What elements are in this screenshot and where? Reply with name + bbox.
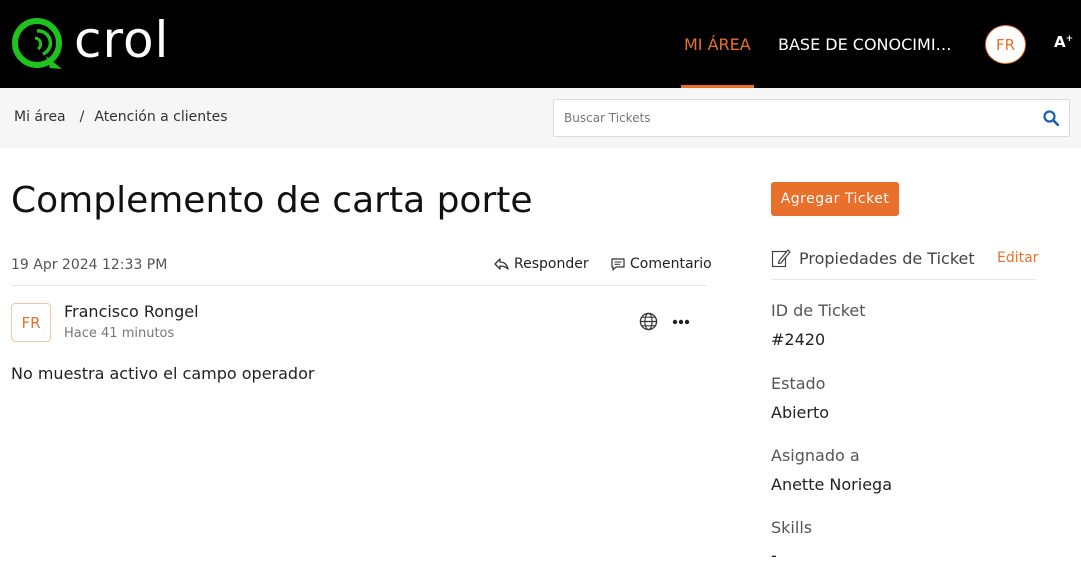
comment-label: Comentario [630, 256, 712, 272]
add-ticket-button[interactable]: Agregar Ticket [771, 182, 899, 216]
ticket-message: No muestra activo el campo operador [11, 364, 315, 383]
prop-value-skills: - [771, 546, 777, 565]
crol-logo[interactable]: crol [10, 12, 190, 72]
ticket-title: Complemento de carta porte [11, 180, 533, 221]
more-options-icon[interactable] [672, 319, 690, 325]
prop-value-asignado: Anette Noriega [771, 475, 892, 494]
user-avatar[interactable]: FR [985, 25, 1026, 64]
nav-mi-area[interactable]: MI ÁREA [681, 0, 754, 88]
ticket-properties-header: Propiedades de Ticket Editar [771, 245, 1038, 280]
breadcrumb-atencion-clientes[interactable]: Atención a clientes [94, 109, 227, 125]
nav-base-conocimiento-label: BASE DE CONOCIMI… [778, 34, 952, 54]
breadcrumb-mi-area[interactable]: Mi área [14, 109, 66, 125]
post-time: Hace 41 minutos [64, 326, 175, 341]
reply-button[interactable]: Responder [494, 256, 589, 272]
ticket-date: 19 Apr 2024 12:33 PM [11, 257, 168, 273]
prop-label-asignado: Asignado a [771, 446, 860, 465]
search-input[interactable] [554, 100, 1024, 136]
prop-label-skills: Skills [771, 518, 813, 537]
prop-label-ticket-id: ID de Ticket [771, 301, 866, 320]
nav-mi-area-label: MI ÁREA [684, 34, 751, 54]
sub-header-bar: Mi área / Atención a clientes [0, 88, 1081, 148]
search-icon[interactable] [1043, 110, 1059, 126]
nav-base-conocimiento[interactable]: BASE DE CONOCIMI… [778, 0, 956, 88]
reply-label: Responder [514, 256, 589, 272]
breadcrumb: Mi área / Atención a clientes [14, 109, 228, 125]
search-box [553, 99, 1070, 137]
prop-label-estado: Estado [771, 374, 826, 393]
font-size-plus: + [1065, 34, 1074, 44]
brand-name: crol [74, 11, 170, 69]
globe-icon[interactable] [639, 312, 658, 331]
font-size-toggle[interactable]: A+ [1054, 33, 1073, 51]
comment-button[interactable]: Comentario [611, 256, 712, 272]
prop-value-ticket-id: #2420 [771, 330, 826, 349]
prop-value-estado: Abierto [771, 403, 830, 422]
crol-logo-icon [12, 18, 62, 69]
top-navbar: crol MI ÁREA BASE DE CONOCIMI… FR A+ [0, 0, 1081, 88]
breadcrumb-separator: / [79, 109, 85, 125]
header-divider [11, 285, 707, 286]
author-avatar: FR [11, 303, 51, 342]
edit-properties-link[interactable]: Editar [997, 250, 1038, 266]
edit-note-icon [771, 249, 791, 268]
author-name: Francisco Rongel [64, 302, 199, 321]
font-size-label: A [1054, 33, 1066, 51]
reply-icon [494, 258, 509, 270]
properties-title: Propiedades de Ticket [799, 249, 975, 268]
comment-icon [611, 257, 625, 271]
